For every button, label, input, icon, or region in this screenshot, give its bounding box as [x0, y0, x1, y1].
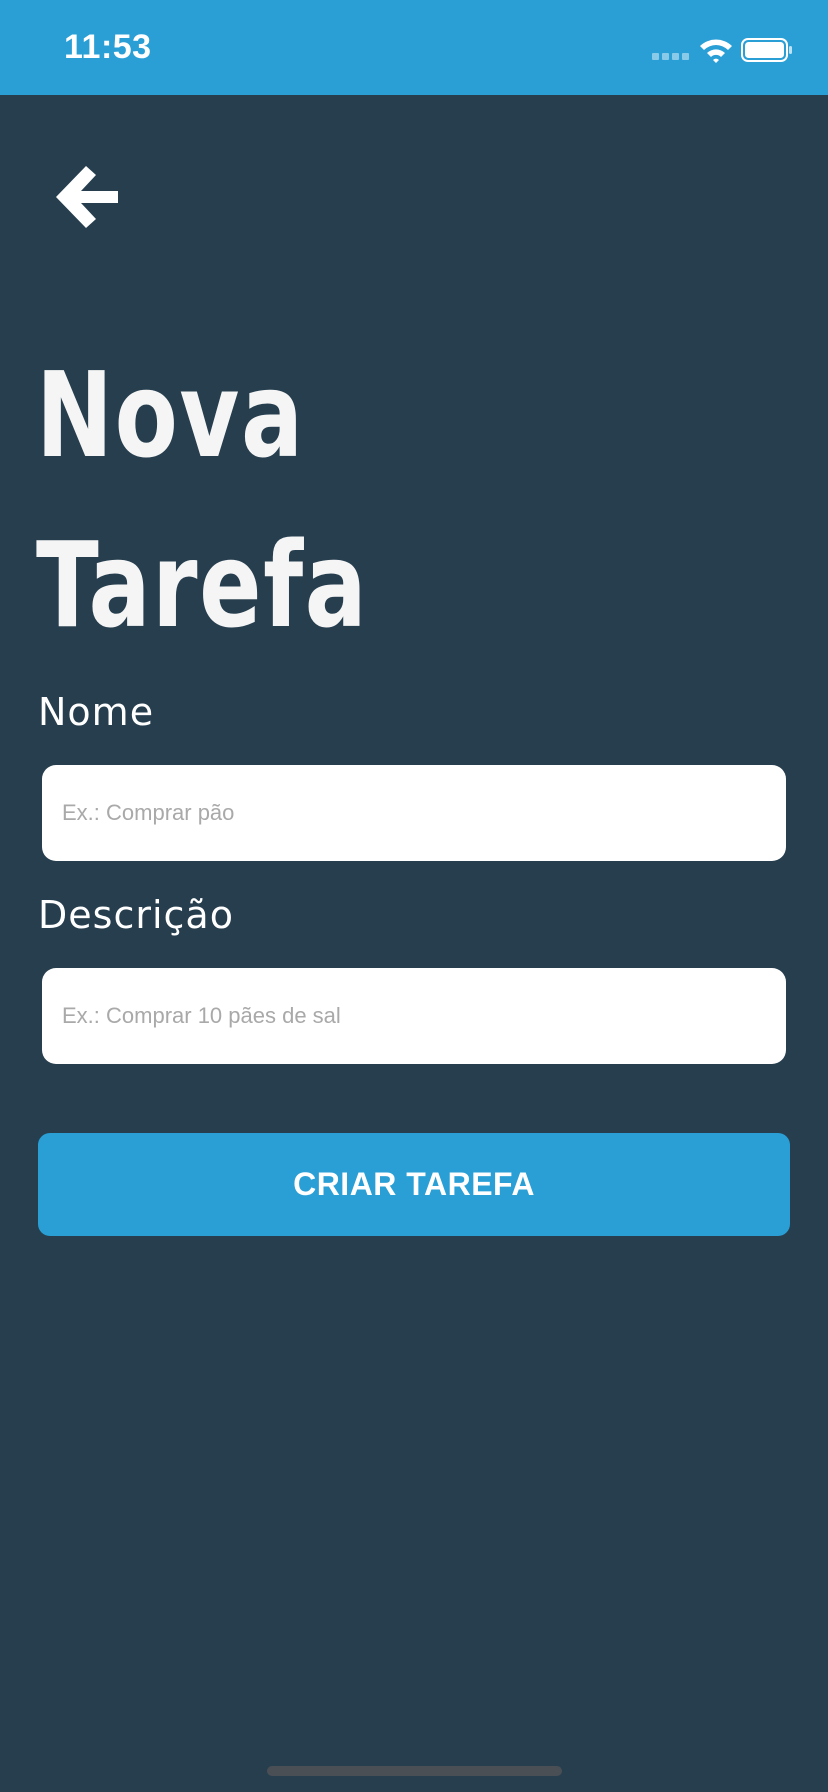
create-task-button[interactable]: CRIAR TAREFA [38, 1133, 790, 1236]
home-indicator [267, 1766, 562, 1776]
status-time: 11:53 [64, 28, 152, 66]
description-label: Descrição [38, 893, 234, 937]
new-task-screen: 11:53 Nova Tarefa Nome Descrição CRIAR T [0, 0, 828, 1792]
name-label: Nome [38, 690, 155, 734]
page-title-line-1: Nova [36, 346, 305, 484]
page-title-line-2: Tarefa [36, 516, 369, 654]
battery-icon [741, 38, 792, 62]
page-title: Nova Tarefa [36, 330, 368, 670]
signal-icon [652, 53, 692, 61]
back-button[interactable] [52, 160, 124, 232]
wifi-icon [700, 39, 732, 63]
description-input[interactable] [42, 968, 786, 1064]
arrow-left-icon [56, 166, 118, 228]
status-bar: 11:53 [0, 0, 828, 95]
name-input[interactable] [42, 765, 786, 861]
